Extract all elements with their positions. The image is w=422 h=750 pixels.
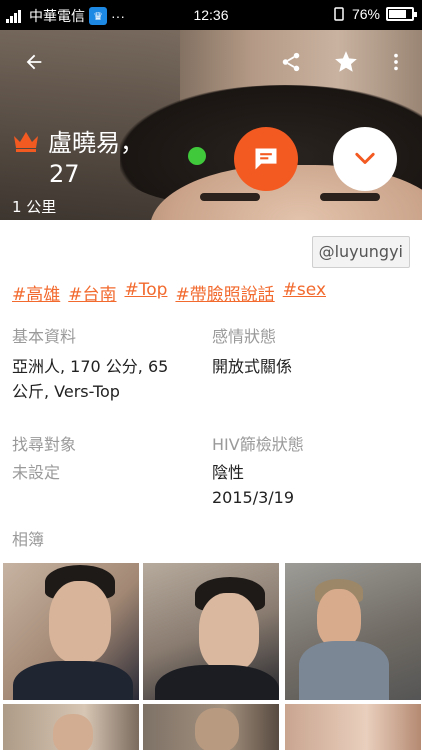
hiv-status-value: 陰性 2015/3/19: [212, 460, 294, 510]
tag-link[interactable]: #台南: [68, 280, 116, 305]
album-photo[interactable]: [143, 704, 279, 750]
online-status-dot: [188, 147, 206, 165]
profile-name-block: 盧曉易， 27 1 公里: [12, 123, 144, 217]
top-toolbar: [0, 30, 422, 92]
looking-for-label: 找尋對象: [12, 435, 77, 454]
status-right: 76%: [332, 6, 417, 22]
profile-name: 盧曉易，: [48, 129, 144, 157]
basic-info-value: 亞洲人, 170 公分, 65 公斤, Vers-Top: [12, 354, 168, 404]
hiv-test-date: 2015/3/19: [212, 488, 295, 507]
battery-percent: 76%: [351, 6, 380, 22]
basic-info-label: 基本資料: [12, 327, 77, 346]
album-label: 相簿: [12, 530, 45, 549]
tag-link[interactable]: #帶臉照說話: [175, 280, 274, 305]
hiv-status-label: HIV篩檢狀態: [212, 435, 304, 454]
expand-button[interactable]: [333, 127, 397, 191]
back-button[interactable]: [18, 46, 50, 78]
hiv-status-result: 陰性: [212, 463, 245, 482]
status-bar: 中華電信 ♛ ··· 12:36 76%: [0, 0, 422, 30]
chevron-down-icon: [355, 152, 375, 164]
favorite-button[interactable]: [330, 46, 362, 78]
arrow-left-icon: [26, 54, 42, 70]
share-button[interactable]: [275, 46, 307, 78]
basic-info-line-2: 公斤, Vers-Top: [12, 382, 120, 401]
relationship-value: 開放式關係: [212, 357, 293, 376]
chat-bubble-icon: [255, 148, 277, 170]
social-handle[interactable]: @luyungyi: [311, 236, 410, 268]
rotation-lock-icon: [334, 7, 344, 21]
share-icon: [282, 52, 300, 72]
tag-link[interactable]: #Top: [125, 280, 168, 305]
profile-age: 27: [49, 160, 80, 188]
basic-info-line-1: 亞洲人, 170 公分, 65: [12, 357, 169, 376]
battery-icon: [386, 7, 417, 21]
album-photo[interactable]: [143, 563, 279, 700]
relationship-label: 感情狀態: [212, 327, 277, 346]
profile-distance: 1 公里: [12, 198, 57, 216]
album-photo[interactable]: [285, 563, 421, 700]
tag-link[interactable]: #sex: [283, 280, 326, 305]
album-photo[interactable]: [3, 563, 139, 700]
tag-link[interactable]: #高雄: [12, 280, 60, 305]
tag-list: #高雄 #台南 #Top #帶臉照說話 #sex: [12, 280, 326, 305]
more-vert-icon: [394, 53, 398, 71]
looking-for-value: 未設定: [12, 463, 61, 482]
chat-button[interactable]: [234, 127, 298, 191]
album-photo[interactable]: [285, 704, 421, 750]
album-photo[interactable]: [3, 704, 139, 750]
crown-icon: [14, 131, 38, 152]
more-options-button[interactable]: [380, 46, 412, 78]
star-icon: [335, 51, 357, 72]
